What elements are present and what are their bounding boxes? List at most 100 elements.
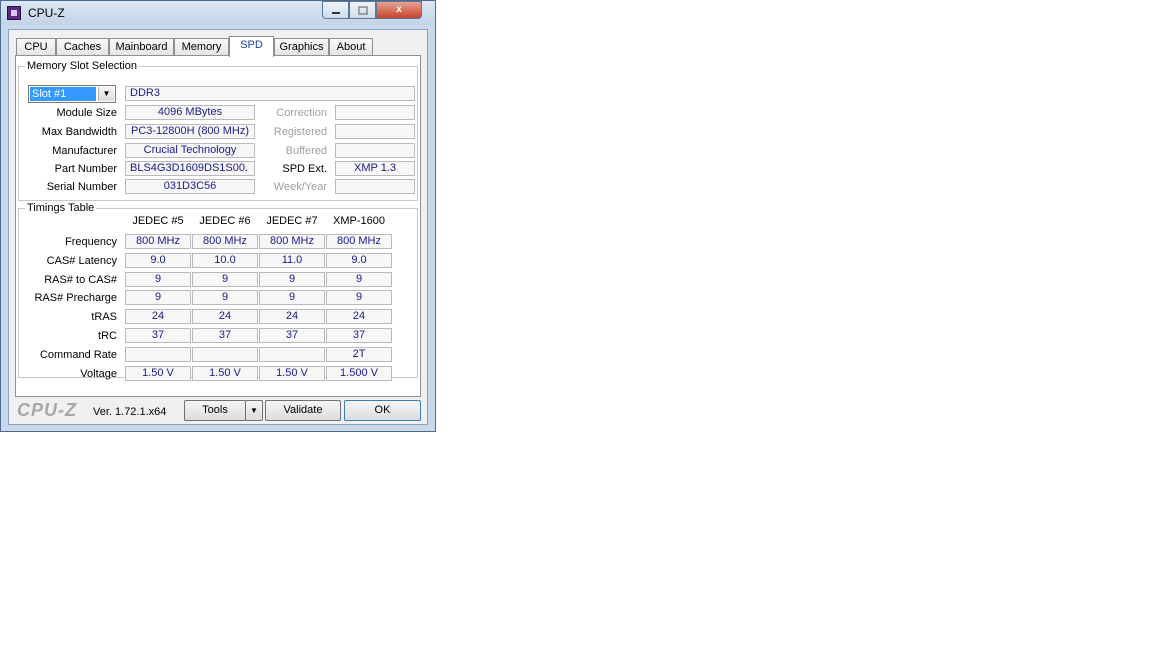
tab-label: About bbox=[336, 41, 366, 53]
timing-cell: 1.50 V bbox=[259, 366, 325, 381]
chevron-down-icon[interactable]: ▼ bbox=[98, 87, 114, 101]
timing-cell: 1.50 V bbox=[192, 366, 258, 381]
tab-about[interactable]: About bbox=[329, 38, 373, 56]
spd-ext-value: XMP 1.3 bbox=[335, 161, 415, 176]
manufacturer-value: Crucial Technology bbox=[125, 143, 255, 158]
timing-cell: 800 MHz bbox=[192, 234, 258, 249]
tools-label: Tools bbox=[202, 404, 228, 416]
registered-label: Registered bbox=[273, 126, 327, 138]
timing-cell: 9 bbox=[259, 272, 325, 287]
timing-cell: 9 bbox=[192, 272, 258, 287]
timing-cell: 9 bbox=[125, 272, 191, 287]
column-header-xmp1600: XMP-1600 bbox=[333, 215, 385, 227]
title-bar[interactable]: CPU-Z x bbox=[1, 1, 435, 25]
timing-row-label: Frequency bbox=[65, 236, 117, 248]
slot-selected-value: Slot #1 bbox=[30, 87, 96, 101]
chevron-down-icon: ▼ bbox=[250, 406, 258, 415]
timing-row-label: tRAS bbox=[91, 311, 117, 323]
timing-cell bbox=[192, 347, 258, 362]
ok-button[interactable]: OK bbox=[344, 400, 421, 421]
serial-number-label: Serial Number bbox=[46, 181, 117, 193]
timing-row-label: Command Rate bbox=[39, 349, 117, 361]
part-number-value: BLS4G3D1609DS1S00. bbox=[125, 161, 255, 176]
tools-dropdown-button[interactable]: ▼ bbox=[245, 400, 263, 421]
minimize-icon bbox=[331, 12, 340, 14]
timing-cell: 37 bbox=[259, 328, 325, 343]
timing-cell: 800 MHz bbox=[125, 234, 191, 249]
ok-label: OK bbox=[374, 404, 391, 416]
timing-cell: 9 bbox=[259, 290, 325, 305]
week-year-label: Week/Year bbox=[273, 181, 327, 193]
cpuz-app-icon[interactable] bbox=[7, 6, 21, 20]
timing-cell: 37 bbox=[326, 328, 392, 343]
tab-label: Mainboard bbox=[115, 41, 168, 53]
tab-label: Graphics bbox=[279, 41, 324, 53]
tab-memory[interactable]: Memory bbox=[174, 38, 229, 56]
timing-cell: 9 bbox=[192, 290, 258, 305]
minimize-button[interactable] bbox=[322, 1, 349, 19]
maximize-button[interactable] bbox=[349, 1, 376, 19]
group-title: Memory Slot Selection bbox=[25, 60, 140, 72]
spd-panel: Memory Slot Selection Slot #1 ▼ DDR3 Mod… bbox=[15, 55, 421, 397]
window-title: CPU-Z bbox=[28, 6, 65, 20]
tab-caches[interactable]: Caches bbox=[56, 38, 109, 56]
timing-cell: 9.0 bbox=[326, 253, 392, 268]
maximize-icon bbox=[357, 6, 368, 15]
serial-number-value: 031D3C56 bbox=[125, 179, 255, 194]
close-icon: x bbox=[396, 4, 402, 15]
timings-table-group: Timings Table JEDEC #5 JEDEC #6 JEDEC #7… bbox=[18, 202, 418, 381]
timing-cell: 9 bbox=[125, 290, 191, 305]
column-header-jedec7: JEDEC #7 bbox=[266, 215, 318, 227]
timing-cell: 9 bbox=[326, 272, 392, 287]
tab-spd[interactable]: SPD bbox=[229, 36, 274, 57]
correction-label: Correction bbox=[276, 107, 327, 119]
tab-label: Caches bbox=[63, 41, 102, 53]
timing-cell bbox=[125, 347, 191, 362]
validate-button[interactable]: Validate bbox=[265, 400, 341, 421]
buffered-label: Buffered bbox=[285, 145, 327, 157]
timing-cell: 1.500 V bbox=[326, 366, 392, 381]
client-area: CPU Caches Mainboard Memory SPD Graphics… bbox=[8, 29, 428, 425]
timing-cell: 24 bbox=[259, 309, 325, 324]
tab-graphics[interactable]: Graphics bbox=[274, 38, 329, 56]
timing-cell: 24 bbox=[326, 309, 392, 324]
memory-slot-selection-group: Memory Slot Selection Slot #1 ▼ DDR3 Mod… bbox=[18, 60, 418, 201]
tools-button[interactable]: Tools bbox=[184, 400, 246, 421]
timing-cell: 37 bbox=[192, 328, 258, 343]
spd-ext-label: SPD Ext. bbox=[282, 163, 327, 175]
timing-row-label: RAS# to CAS# bbox=[44, 274, 117, 286]
timing-cell: 9 bbox=[326, 290, 392, 305]
timing-row-label: CAS# Latency bbox=[46, 255, 117, 267]
timing-cell bbox=[259, 347, 325, 362]
validate-label: Validate bbox=[283, 404, 323, 416]
timing-row-label: Voltage bbox=[80, 368, 117, 380]
column-header-jedec5: JEDEC #5 bbox=[132, 215, 184, 227]
manufacturer-label: Manufacturer bbox=[52, 145, 117, 157]
memory-type-field: DDR3 bbox=[125, 86, 415, 101]
tab-label: SPD bbox=[240, 39, 263, 51]
timing-cell: 800 MHz bbox=[326, 234, 392, 249]
module-size-label: Module Size bbox=[56, 107, 117, 119]
timing-cell: 24 bbox=[125, 309, 191, 324]
slot-dropdown[interactable]: Slot #1 ▼ bbox=[28, 85, 116, 103]
timing-cell: 1.50 V bbox=[125, 366, 191, 381]
tab-mainboard[interactable]: Mainboard bbox=[109, 38, 174, 56]
timing-cell: 2T bbox=[326, 347, 392, 362]
module-size-value: 4096 MBytes bbox=[125, 105, 255, 120]
timing-cell: 10.0 bbox=[192, 253, 258, 268]
timing-cell: 9.0 bbox=[125, 253, 191, 268]
tab-label: CPU bbox=[24, 41, 48, 53]
cpuz-window: CPU-Z x CPU Caches Mainboard Memory SPD … bbox=[0, 0, 436, 432]
version-text: Ver. 1.72.1.x64 bbox=[93, 406, 167, 418]
group-title: Timings Table bbox=[25, 202, 97, 214]
timing-cell: 800 MHz bbox=[259, 234, 325, 249]
max-bandwidth-label: Max Bandwidth bbox=[41, 126, 117, 138]
close-button[interactable]: x bbox=[376, 1, 422, 19]
buffered-value bbox=[335, 143, 415, 158]
week-year-value bbox=[335, 179, 415, 194]
tab-cpu[interactable]: CPU bbox=[16, 38, 56, 56]
column-header-jedec6: JEDEC #6 bbox=[199, 215, 251, 227]
tab-label: Memory bbox=[181, 41, 222, 53]
correction-value bbox=[335, 105, 415, 120]
timing-row-label: tRC bbox=[98, 330, 117, 342]
